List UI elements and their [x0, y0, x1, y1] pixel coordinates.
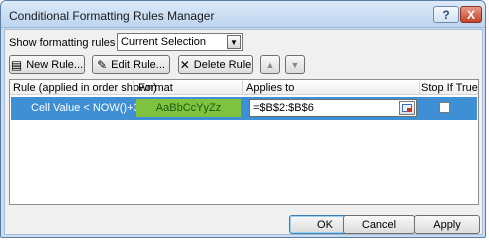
header-applies-to: Applies to [246, 82, 295, 94]
new-rule-button[interactable]: ▤ New Rule... [9, 55, 85, 74]
ok-label: OK [317, 218, 333, 231]
rule-description: Cell Value < NOW()+30 [31, 102, 146, 114]
cancel-button[interactable]: Cancel [343, 215, 415, 234]
grid-header: Rule (applied in order shown) Format App… [10, 80, 478, 95]
applies-to-value: =$B$2:$B$6 [253, 102, 314, 114]
help-button[interactable]: ? [433, 6, 459, 23]
header-format: Format [138, 82, 173, 94]
range-select-icon [402, 104, 412, 112]
delete-rule-label: Delete Rule [193, 58, 252, 71]
stop-if-true-checkbox[interactable] [439, 102, 450, 113]
help-icon: ? [442, 7, 450, 22]
show-rules-selected: Current Selection [121, 36, 206, 48]
move-up-icon: ▲ [265, 59, 275, 70]
header-rule: Rule (applied in order shown) [13, 82, 157, 94]
header-separator [419, 81, 420, 94]
edit-rule-icon: ✎ [97, 57, 108, 72]
header-stop-if-true: Stop If True [421, 82, 478, 94]
format-preview-text: AaBbCcYyZz [155, 102, 222, 114]
delete-icon: ✕ [179, 57, 190, 72]
show-rules-label: Show formatting rules for: [9, 37, 135, 49]
move-up-button[interactable]: ▲ [260, 55, 280, 74]
delete-rule-button[interactable]: ✕ Delete Rule [178, 55, 253, 74]
apply-label: Apply [433, 218, 461, 231]
close-button[interactable]: X [460, 6, 482, 23]
move-down-icon: ▼ [290, 59, 300, 70]
new-rule-icon: ▤ [10, 57, 23, 72]
dialog-body: Show formatting rules for: Current Selec… [4, 29, 483, 235]
edit-rule-button[interactable]: ✎ Edit Rule... [92, 55, 170, 74]
range-select-button[interactable] [399, 101, 415, 115]
new-rule-label: New Rule... [26, 58, 84, 71]
move-down-button[interactable]: ▼ [285, 55, 305, 74]
rule-row[interactable]: Cell Value < NOW()+30 AaBbCcYyZz =$B$2:$… [11, 97, 477, 120]
rules-manager-dialog: Conditional Formatting Rules Manager ? X… [0, 0, 486, 238]
applies-to-field[interactable]: =$B$2:$B$6 [249, 99, 417, 117]
header-separator [242, 81, 243, 94]
format-preview: AaBbCcYyZz [136, 99, 241, 117]
cancel-label: Cancel [361, 218, 397, 231]
close-icon: X [466, 7, 475, 22]
dropdown-arrow-icon[interactable]: ▼ [227, 35, 241, 49]
dialog-title: Conditional Formatting Rules Manager [9, 9, 215, 23]
rules-grid: Rule (applied in order shown) Format App… [9, 79, 479, 205]
edit-rule-label: Edit Rule... [111, 58, 165, 71]
header-separator [133, 81, 134, 94]
show-rules-dropdown[interactable]: Current Selection ▼ [117, 33, 243, 51]
title-bar: Conditional Formatting Rules Manager ? X [1, 1, 485, 28]
apply-button[interactable]: Apply [414, 215, 480, 234]
